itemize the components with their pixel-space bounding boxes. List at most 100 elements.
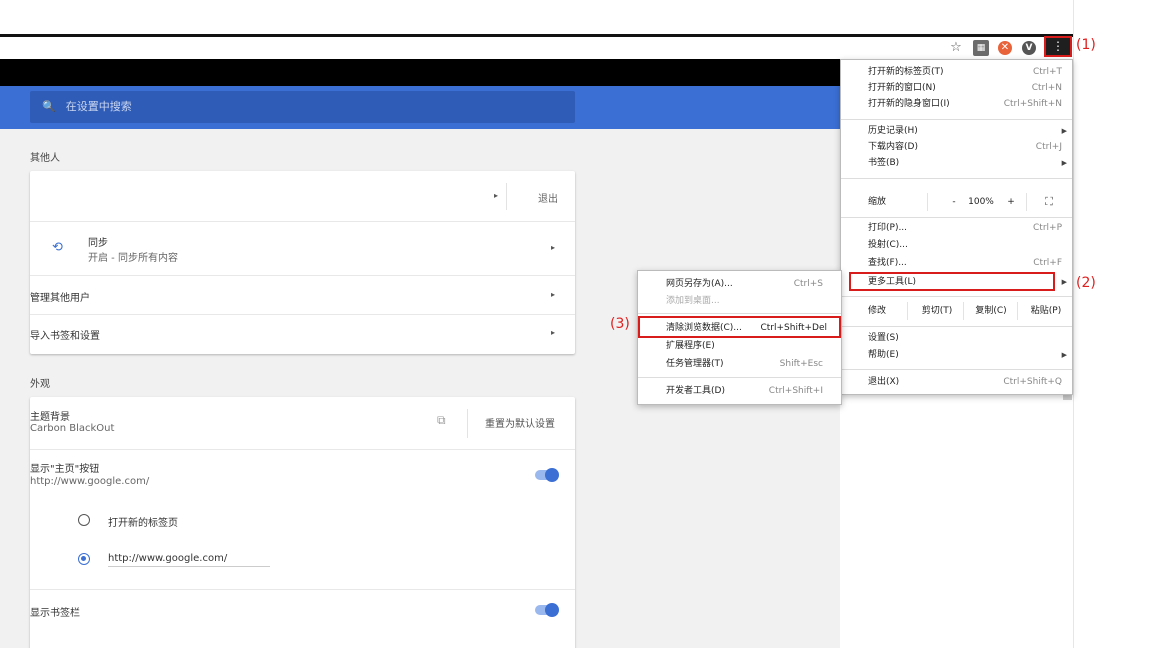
- home-url-input[interactable]: http://www.google.com/: [108, 553, 270, 567]
- cut-button[interactable]: 剪切(T): [911, 300, 963, 322]
- menu-item-print[interactable]: 打印(P)... Ctrl+P: [868, 222, 1062, 235]
- menu-item-cast[interactable]: 投射(C)...: [868, 239, 1062, 252]
- zoom-out-button[interactable]: -: [947, 191, 961, 213]
- menu-item-label: 投射(C)...: [868, 240, 908, 250]
- bookmark-star-icon[interactable]: ☆: [948, 40, 964, 56]
- submenu-item-add-desktop: 添加到桌面...: [666, 295, 823, 308]
- menu-item-label: 下载内容(D): [868, 142, 918, 152]
- submenu-item-label: 扩展程序(E): [666, 341, 715, 351]
- section-title-people: 其他人: [30, 153, 60, 164]
- arrow-right-icon: ▸: [550, 243, 555, 252]
- settings-search-input[interactable]: 🔍 在设置中搜索: [30, 91, 575, 123]
- edit-label: 修改: [868, 306, 887, 316]
- open-external-icon[interactable]: ⧉: [437, 413, 446, 428]
- submenu-arrow-icon: ▶: [1061, 278, 1067, 286]
- theme-title: 主题背景: [30, 412, 70, 423]
- submenu-item-task-manager[interactable]: 任务管理器(T) Shift+Esc: [666, 358, 823, 371]
- highlight-more-tools: [849, 272, 1055, 291]
- menu-divider: [638, 377, 841, 378]
- submenu-item-label: 网页另存为(A)...: [666, 279, 733, 289]
- import-row[interactable]: 导入书签和设置 ▸: [30, 315, 575, 354]
- shortcut: Shift+Esc: [779, 359, 823, 369]
- home-button-row: 显示"主页"按钮 http://www.google.com/ 打开新的标签页 …: [30, 450, 575, 590]
- zoom-level: 100%: [968, 197, 994, 207]
- manage-users-row[interactable]: 管理其他用户 ▸: [30, 276, 575, 315]
- extension-icon[interactable]: V: [1022, 41, 1036, 55]
- shortcut: Ctrl+P: [1033, 223, 1062, 233]
- submenu-item-dev-tools[interactable]: 开发者工具(D) Ctrl+Shift+I: [666, 385, 823, 398]
- radio-custom-url[interactable]: [78, 553, 90, 565]
- edit-row: 修改 剪切(T) 复制(C) 粘贴(P): [841, 300, 1072, 322]
- shortcut: Ctrl+T: [1032, 67, 1062, 77]
- extension-icon[interactable]: ✕: [998, 41, 1012, 55]
- menu-divider: [841, 119, 1072, 120]
- shortcut: Ctrl+F: [1033, 258, 1062, 268]
- appearance-card: 主题背景 Carbon BlackOut ⧉ 重置为默认设置 显示"主页"按钮 …: [30, 397, 575, 648]
- menu-item-settings[interactable]: 设置(S): [868, 332, 1062, 345]
- browser-toolbar: ☆ ▦ ✕ V: [0, 34, 1073, 59]
- right-gutter: [1073, 0, 1152, 648]
- annotation-label: (1): [1076, 37, 1096, 53]
- submenu-item-label: 添加到桌面...: [666, 296, 720, 306]
- section-title-appearance: 外观: [30, 379, 50, 390]
- menu-item-label: 历史记录(H): [868, 126, 918, 136]
- menu-divider: [841, 369, 1072, 370]
- reset-theme-button[interactable]: 重置为默认设置: [485, 415, 555, 430]
- copy-button[interactable]: 复制(C): [965, 300, 1017, 322]
- sync-row[interactable]: ⟲ 同步 开启 - 同步所有内容 ▸: [30, 222, 575, 276]
- theme-subtitle: Carbon BlackOut: [30, 423, 115, 434]
- menu-item-exit[interactable]: 退出(X) Ctrl+Shift+Q: [868, 376, 1062, 389]
- menu-item-history[interactable]: 历史记录(H) ▶: [868, 125, 1067, 138]
- divider: [506, 183, 507, 210]
- menu-item-label: 退出(X): [868, 377, 900, 387]
- menu-divider: [841, 326, 1072, 327]
- submenu-item-save-page[interactable]: 网页另存为(A)... Ctrl+S: [666, 278, 823, 291]
- menu-item-help[interactable]: 帮助(E) ▶: [868, 349, 1067, 362]
- divider: [1017, 302, 1018, 320]
- submenu-item-extensions[interactable]: 扩展程序(E): [666, 340, 823, 353]
- menu-divider: [841, 178, 1072, 179]
- arrow-right-icon: ▸: [550, 290, 555, 299]
- expand-arrow-icon[interactable]: ▸: [494, 191, 498, 200]
- menu-item-incognito[interactable]: 打开新的隐身窗口(I) Ctrl+Shift+N: [868, 98, 1062, 111]
- extension-icon[interactable]: ▦: [973, 40, 989, 56]
- menu-item-new-tab[interactable]: 打开新的标签页(T) Ctrl+T: [868, 66, 1062, 79]
- zoom-label: 缩放: [868, 197, 887, 207]
- submenu-arrow-icon: ▶: [1061, 351, 1067, 359]
- menu-item-label: 打开新的窗口(N): [868, 83, 936, 93]
- submenu-arrow-icon: ▶: [1061, 127, 1067, 135]
- menu-item-new-window[interactable]: 打开新的窗口(N) Ctrl+N: [868, 82, 1062, 95]
- chrome-menu-button[interactable]: ⋮: [1044, 36, 1072, 57]
- browser-window: ☆ ▦ ✕ V ⋮ (1) 🔍 在设置中搜索 其他人 ▸ 退出 ⟲ 同步 开启 -…: [0, 0, 1152, 648]
- signout-button[interactable]: 退出: [538, 190, 558, 205]
- menu-item-find[interactable]: 查找(F)... Ctrl+F: [868, 257, 1062, 270]
- home-toggle[interactable]: [535, 468, 559, 482]
- divider: [907, 302, 908, 320]
- annotation-label: (2): [1076, 275, 1096, 291]
- divider: [927, 193, 928, 211]
- bookmarks-bar-toggle[interactable]: [535, 603, 559, 617]
- divider: [1026, 193, 1027, 211]
- divider: [467, 409, 468, 438]
- menu-item-label: 书签(B): [868, 158, 900, 168]
- shortcut: Ctrl+Shift+N: [1003, 99, 1062, 109]
- radio-newtab[interactable]: [78, 514, 90, 526]
- menu-item-downloads[interactable]: 下载内容(D) Ctrl+J: [868, 141, 1062, 154]
- submenu-item-label: 开发者工具(D): [666, 386, 725, 396]
- people-card: ▸ 退出 ⟲ 同步 开启 - 同步所有内容 ▸ 管理其他用户 ▸ 导入书签和设置…: [30, 171, 575, 354]
- fullscreen-icon[interactable]: ⛶: [1037, 191, 1061, 213]
- search-placeholder: 在设置中搜索: [65, 100, 132, 113]
- theme-row: 主题背景 Carbon BlackOut ⧉ 重置为默认设置: [30, 397, 575, 450]
- radio-newtab-label: 打开新的标签页: [108, 518, 178, 529]
- paste-button[interactable]: 粘贴(P): [1019, 300, 1073, 322]
- menu-divider: [841, 296, 1072, 297]
- menu-item-label: 打开新的标签页(T): [868, 67, 944, 77]
- menu-item-bookmarks[interactable]: 书签(B) ▶: [868, 157, 1067, 170]
- shortcut: Ctrl+N: [1031, 83, 1062, 93]
- zoom-in-button[interactable]: +: [1004, 191, 1018, 213]
- menu-divider: [638, 313, 841, 314]
- chrome-main-menu: 打开新的标签页(T) Ctrl+T 打开新的窗口(N) Ctrl+N 打开新的隐身窗…: [840, 59, 1073, 395]
- menu-item-label: 设置(S): [868, 333, 899, 343]
- shortcut: Ctrl+Shift+Q: [1003, 377, 1062, 387]
- menu-item-label: 查找(F)...: [868, 258, 907, 268]
